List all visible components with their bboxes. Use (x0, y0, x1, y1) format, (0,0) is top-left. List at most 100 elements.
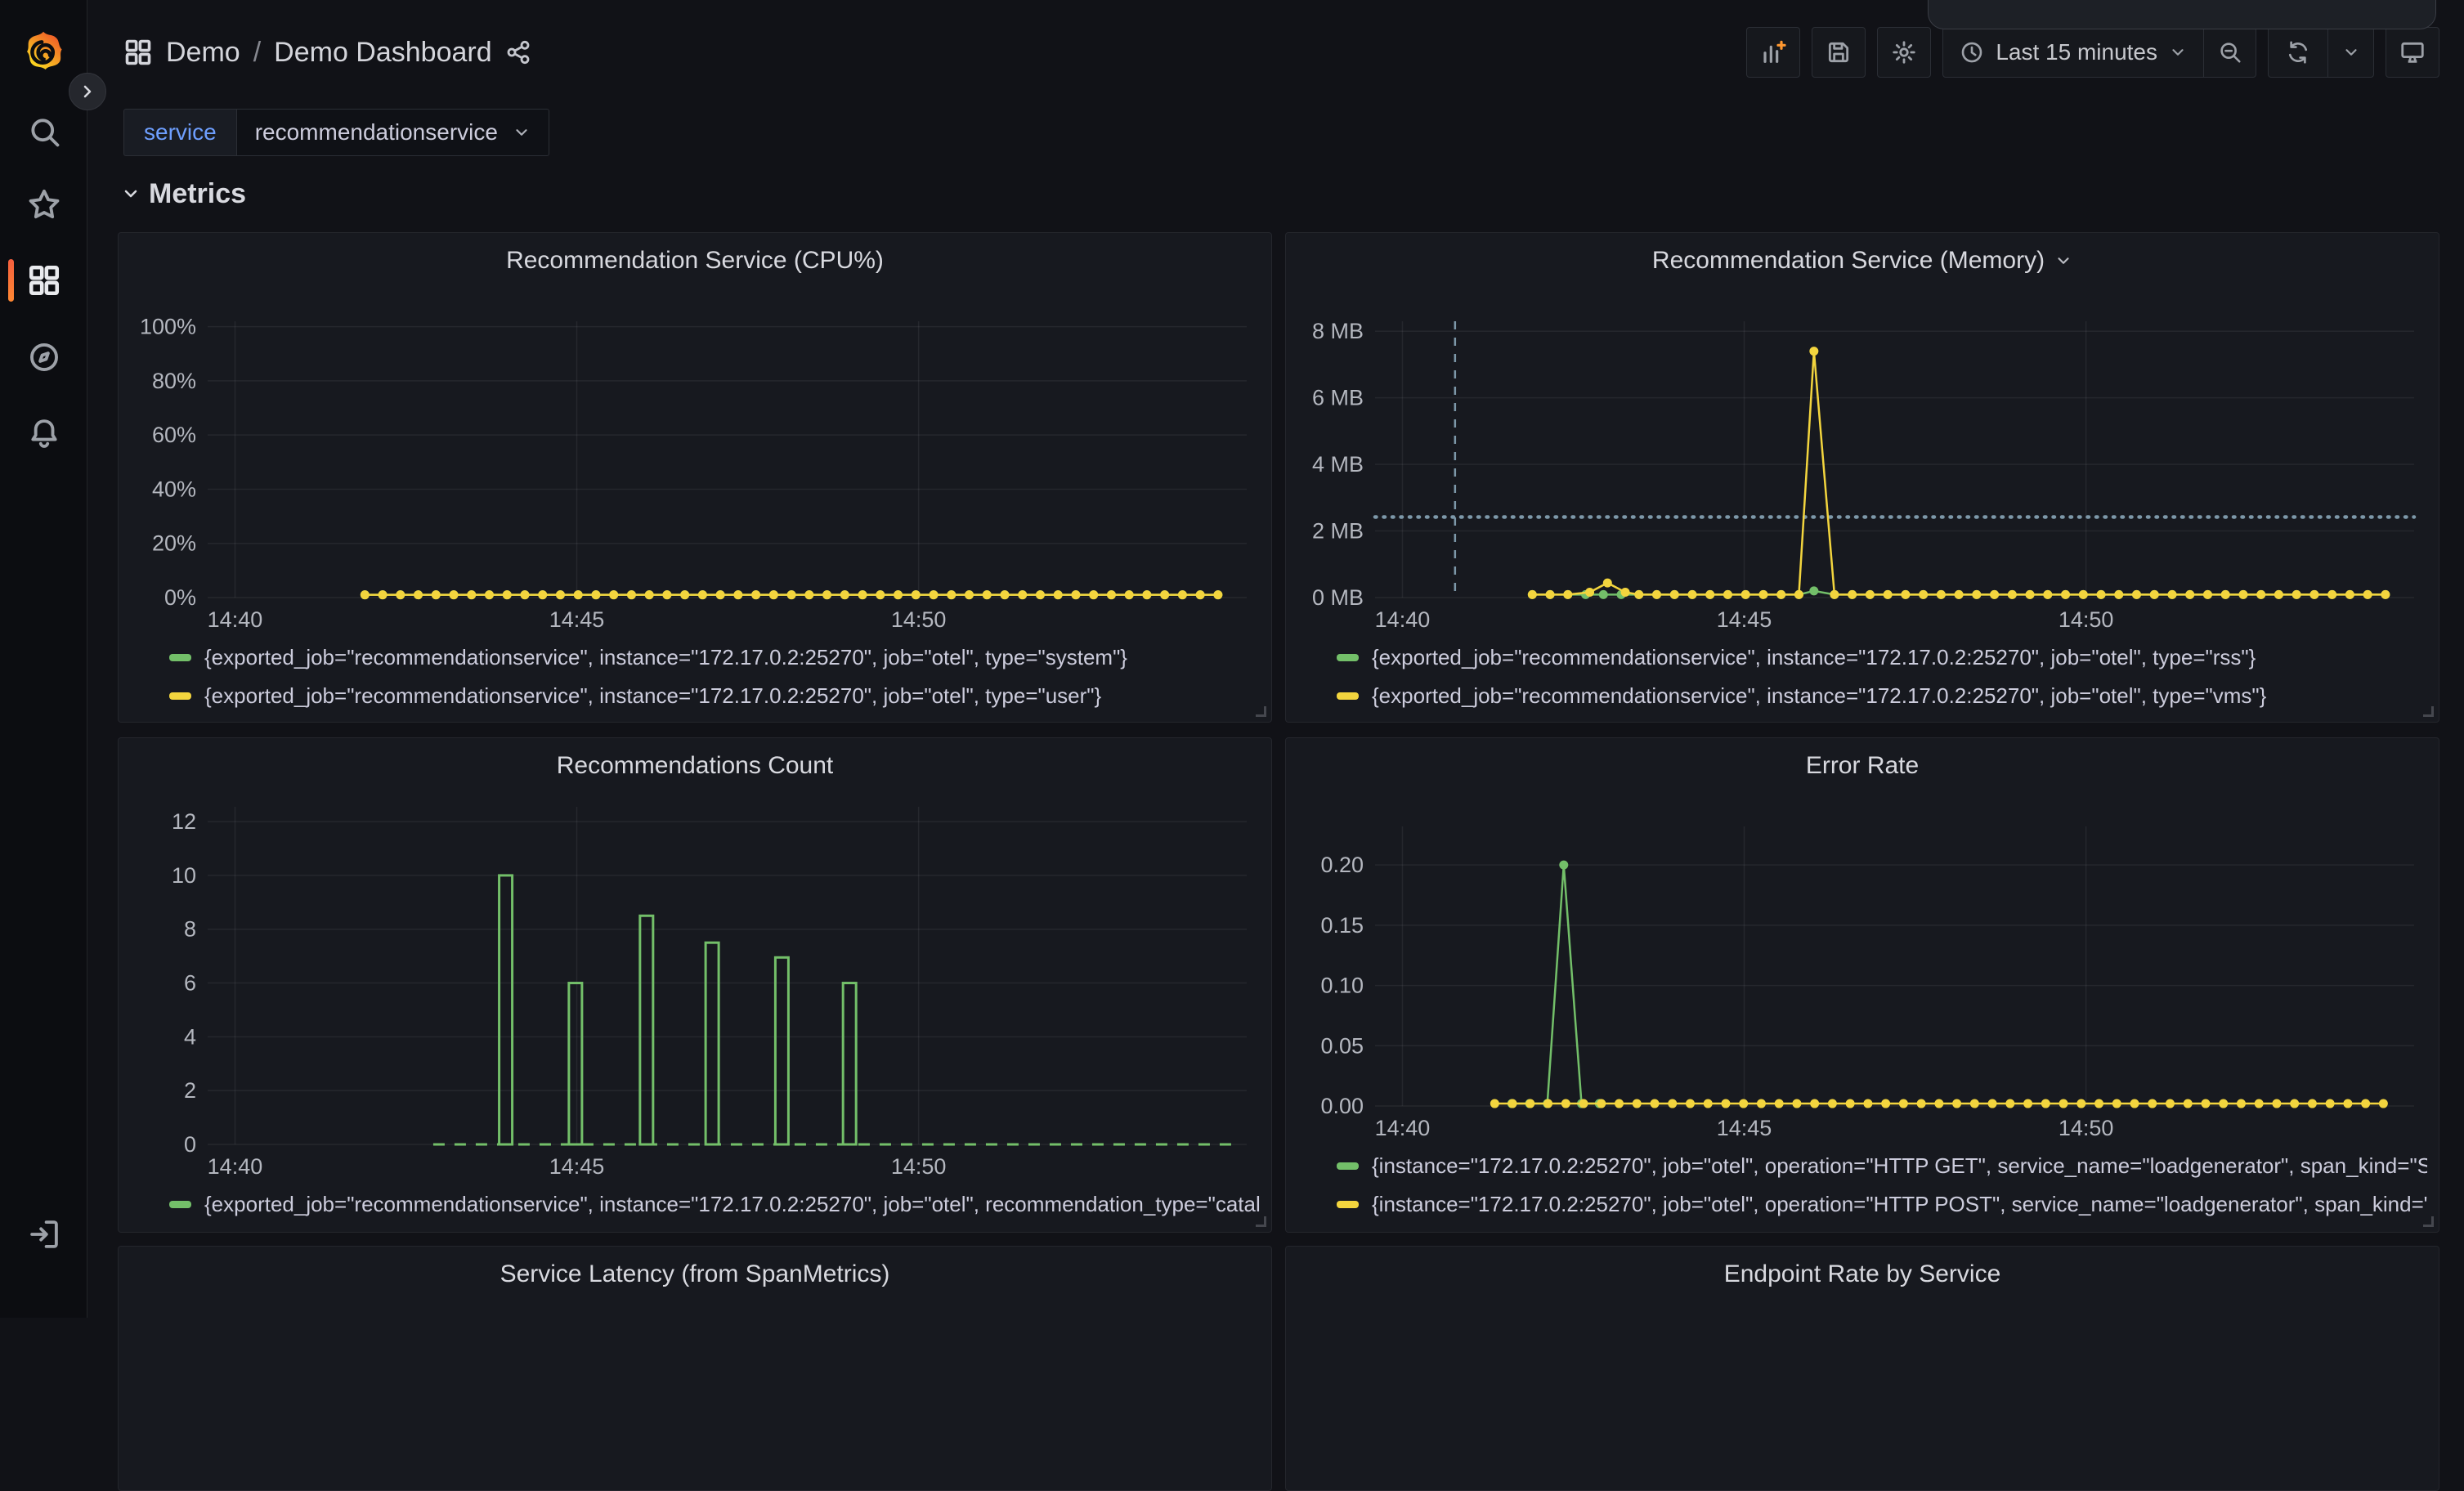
refresh-icon (2286, 40, 2310, 65)
legend-label: {exported_job="recommendationservice", i… (204, 683, 1101, 709)
dashboard-settings-button[interactable] (1877, 27, 1931, 78)
error-rate-legend: {instance="172.17.0.2:25270", job="otel"… (1297, 1144, 2427, 1230)
svg-text:0.00: 0.00 (1320, 1094, 1364, 1118)
panel-title-service-latency[interactable]: Service Latency (from SpanMetrics) (130, 1256, 1260, 1292)
time-range-picker[interactable]: Last 15 minutes (1943, 28, 2203, 77)
expand-sidebar-button[interactable] (69, 73, 106, 110)
svg-text:0: 0 (184, 1132, 196, 1157)
chevron-down-icon (121, 184, 141, 204)
time-controls-group: Last 15 minutes (1942, 27, 2256, 78)
legend-item[interactable]: {exported_job="recommendationservice", i… (1337, 677, 2427, 715)
legend-label: {exported_job="recommendationservice", i… (204, 1192, 1260, 1217)
sidebar-item-sign-in[interactable] (0, 1205, 87, 1264)
legend-label: {exported_job="recommendationservice", i… (1372, 683, 2266, 709)
svg-text:14:50: 14:50 (2059, 1116, 2114, 1140)
legend-item[interactable]: {exported_job="recommendationservice", i… (169, 677, 1260, 715)
monitor-icon (2399, 39, 2426, 65)
panel-title-recommendations-count[interactable]: Recommendations Count (130, 748, 1260, 784)
star-icon (27, 187, 61, 222)
svg-text:4: 4 (184, 1024, 196, 1049)
save-icon (1826, 39, 1852, 65)
panel-title-memory[interactable]: Recommendation Service (Memory) (1297, 243, 2427, 279)
memory-chart[interactable]: 0 MB2 MB4 MB6 MB8 MB14:4014:4514:50 (1297, 279, 2429, 635)
zoom-out-time-button[interactable] (2203, 28, 2256, 77)
svg-text:14:50: 14:50 (2059, 607, 2114, 632)
panel-cpu: Recommendation Service (CPU%) 0%20%40%60… (118, 232, 1272, 723)
legend-item[interactable]: {exported_job="recommendationservice", i… (169, 638, 1260, 677)
share-dashboard-button[interactable] (505, 39, 531, 65)
refresh-dashboard-button[interactable] (2269, 28, 2327, 77)
refresh-interval-dropdown[interactable] (2327, 28, 2373, 77)
panel-recommendations-count: Recommendations Count 02468101214:4014:4… (118, 737, 1272, 1233)
nav-sidebar (0, 0, 87, 1318)
svg-text:0%: 0% (164, 585, 196, 610)
svg-text:8: 8 (184, 917, 196, 942)
sidebar-item-alerting[interactable] (0, 404, 87, 463)
svg-text:12: 12 (172, 809, 196, 834)
breadcrumb-dashboard[interactable]: Demo Dashboard (274, 37, 491, 69)
svg-text:6: 6 (184, 971, 196, 996)
breadcrumb-separator: / (253, 37, 261, 69)
panel-title-text: Service Latency (from SpanMetrics) (500, 1260, 890, 1288)
legend-swatch (1337, 1201, 1359, 1208)
legend-swatch (169, 1201, 191, 1208)
legend-label: {instance="172.17.0.2:25270", job="otel"… (1372, 1192, 2427, 1217)
svg-text:0.20: 0.20 (1320, 853, 1364, 877)
svg-text:14:45: 14:45 (1717, 607, 1772, 632)
legend-swatch (1337, 1162, 1359, 1170)
svg-text:20%: 20% (152, 531, 196, 556)
svg-text:6 MB: 6 MB (1312, 386, 1364, 410)
kiosk-mode-button[interactable] (2386, 27, 2439, 78)
cpu-legend: {exported_job="recommendationservice", i… (130, 635, 1260, 722)
panel-resize-handle[interactable] (2423, 1216, 2434, 1227)
legend-item[interactable]: {exported_job="recommendationservice", i… (169, 1185, 1260, 1224)
svg-text:0.10: 0.10 (1320, 974, 1364, 998)
save-dashboard-button[interactable] (1812, 27, 1866, 78)
add-panel-button[interactable] (1746, 27, 1800, 78)
legend-item[interactable]: {exported_job="recommendationservice", i… (1337, 638, 2427, 677)
compass-icon (27, 340, 61, 374)
svg-text:14:40: 14:40 (1375, 607, 1431, 632)
panel-menu-chevron-icon (2054, 252, 2072, 270)
cpu-chart[interactable]: 0%20%40%60%80%100%14:4014:4514:50 (130, 279, 1261, 635)
panel-title-cpu[interactable]: Recommendation Service (CPU%) (130, 243, 1260, 279)
grafana-logo[interactable] (20, 29, 67, 77)
recommendations-count-chart[interactable]: 02468101214:4014:4514:50 (130, 784, 1261, 1182)
svg-text:14:45: 14:45 (1717, 1116, 1772, 1140)
legend-swatch (169, 654, 191, 661)
svg-text:0 MB: 0 MB (1312, 585, 1364, 610)
panel-title-text: Error Rate (1806, 752, 1919, 780)
legend-item[interactable]: {instance="172.17.0.2:25270", job="otel"… (1337, 1147, 2427, 1185)
panel-title-text: Endpoint Rate by Service (1724, 1260, 2001, 1288)
variable-value-dropdown[interactable]: recommendationservice (236, 109, 549, 156)
legend-swatch (1337, 654, 1359, 661)
panel-resize-handle[interactable] (1256, 706, 1266, 717)
browser-overlay-partial (1928, 0, 2436, 29)
panel-title-endpoint-rate[interactable]: Endpoint Rate by Service (1297, 1256, 2427, 1292)
panel-resize-handle[interactable] (2423, 706, 2434, 717)
sidebar-item-explore[interactable] (0, 328, 87, 387)
panel-title-text: Recommendation Service (CPU%) (506, 247, 884, 275)
panel-title-error-rate[interactable]: Error Rate (1297, 748, 2427, 784)
legend-item[interactable]: {instance="172.17.0.2:25270", job="otel"… (1337, 1185, 2427, 1224)
add-panel-icon (1760, 39, 1786, 65)
sidebar-item-starred[interactable] (0, 175, 87, 234)
search-icon (27, 114, 61, 149)
sign-in-icon (27, 1217, 61, 1251)
metrics-row-toggle[interactable]: Metrics (121, 177, 246, 211)
error-rate-chart[interactable]: 0.000.050.100.150.2014:4014:4514:50 (1297, 784, 2429, 1144)
gear-icon (1891, 39, 1917, 65)
svg-text:14:45: 14:45 (549, 607, 605, 632)
panel-service-latency: Service Latency (from SpanMetrics) (118, 1246, 1272, 1491)
sidebar-item-dashboards[interactable] (0, 251, 87, 310)
sidebar-item-search[interactable] (0, 102, 87, 161)
breadcrumb-folder[interactable]: Demo (166, 37, 240, 69)
panel-resize-handle[interactable] (1256, 1216, 1266, 1227)
apps-grid-icon (123, 38, 153, 67)
svg-text:60%: 60% (152, 423, 196, 447)
svg-text:0.15: 0.15 (1320, 913, 1364, 938)
svg-text:10: 10 (172, 863, 196, 888)
svg-text:14:45: 14:45 (549, 1154, 605, 1179)
svg-text:14:40: 14:40 (208, 1154, 263, 1179)
active-indicator (8, 259, 14, 302)
